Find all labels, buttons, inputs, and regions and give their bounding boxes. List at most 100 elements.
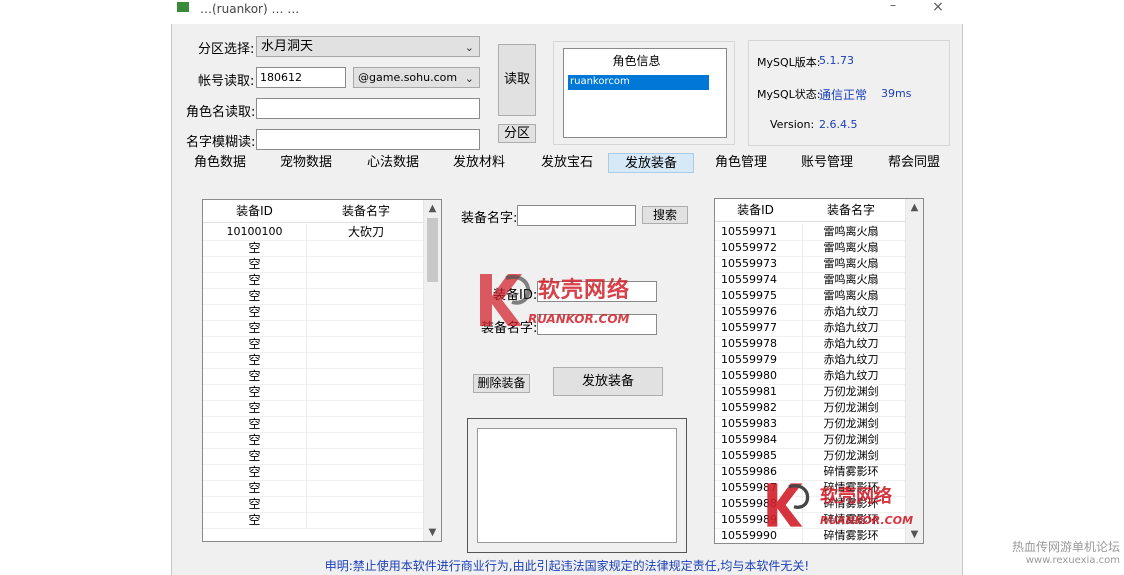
cell-equip-name xyxy=(306,256,427,273)
cell-equip-name xyxy=(306,368,427,385)
close-icon[interactable]: × xyxy=(928,0,948,14)
list-row[interactable]: 空 xyxy=(203,256,427,273)
list-row[interactable]: 空 xyxy=(203,464,427,481)
tab-item[interactable]: 发放宝石 xyxy=(537,153,597,173)
tab-item[interactable]: 宠物数据 xyxy=(276,153,336,173)
cell-equip-name: 碎情雾影环 xyxy=(796,528,907,543)
cell-equip-id: 空 xyxy=(203,480,307,497)
cell-equip-name: 赤焰九纹刀 xyxy=(796,352,907,369)
cell-equip-id: 10559986 xyxy=(715,464,803,481)
zone-label: 分区选择: xyxy=(198,42,255,57)
list-row[interactable]: 空 xyxy=(203,288,427,305)
role-name-input[interactable] xyxy=(256,98,480,119)
list-row[interactable]: 10559986 碎情雾影环 xyxy=(715,464,907,481)
zone-button[interactable]: 分区 xyxy=(498,124,536,143)
list-row[interactable]: 空 xyxy=(203,336,427,353)
vertical-scrollbar[interactable]: ▲ ▼ xyxy=(423,200,441,541)
role-info-item[interactable]: ruankorcom xyxy=(568,75,709,90)
list-row[interactable]: 空 xyxy=(203,240,427,257)
tab-item[interactable]: 角色数据 xyxy=(190,153,250,173)
delete-equipment-button[interactable]: 删除装备 xyxy=(473,374,530,393)
tab-item[interactable]: 发放材料 xyxy=(449,153,509,173)
cell-equip-name: 万仞龙渊剑 xyxy=(796,448,907,465)
minimize-icon[interactable]: – xyxy=(883,0,903,14)
fuzzy-name-input[interactable] xyxy=(256,129,480,150)
list-row[interactable]: 空 xyxy=(203,320,427,337)
zone-select[interactable]: 水月洞天 ⌄ xyxy=(256,36,480,57)
chevron-down-icon: ⌄ xyxy=(464,72,474,85)
list-row[interactable]: 10559976 赤焰九纹刀 xyxy=(715,304,907,321)
search-name-label: 装备名字: xyxy=(461,211,518,226)
cell-equip-name: 雷鸣离火扇 xyxy=(796,240,907,257)
cell-equip-id: 空 xyxy=(203,464,307,481)
cell-equip-name: 万仞龙渊剑 xyxy=(796,384,907,401)
list-row[interactable]: 空 xyxy=(203,368,427,385)
mysql-status-value: 通信正常 xyxy=(819,88,868,102)
log-textarea[interactable] xyxy=(477,428,677,543)
list-row[interactable]: 空 xyxy=(203,480,427,497)
cell-equip-id: 空 xyxy=(203,416,307,433)
cell-equip-id: 10559985 xyxy=(715,448,803,465)
scroll-up-icon[interactable]: ▲ xyxy=(906,199,923,216)
list-row[interactable]: 10559971 雷鸣离火扇 xyxy=(715,224,907,241)
chevron-down-icon: ⌄ xyxy=(464,41,474,54)
list-row[interactable]: 10100100 大砍刀 xyxy=(203,224,427,241)
list-row[interactable]: 10559978 赤焰九纹刀 xyxy=(715,336,907,353)
list-row[interactable]: 10559973 雷鸣离火扇 xyxy=(715,256,907,273)
cell-equip-id: 10559976 xyxy=(715,304,803,321)
site-watermark-url: www.rexuexia.com xyxy=(1025,555,1120,566)
list-row[interactable]: 10559977 赤焰九纹刀 xyxy=(715,320,907,337)
app-version-label: Version: xyxy=(770,118,815,131)
scroll-down-icon[interactable]: ▼ xyxy=(424,524,441,541)
list-row[interactable]: 空 xyxy=(203,512,427,529)
list-row[interactable]: 空 xyxy=(203,352,427,369)
list-row[interactable]: 10559990 碎情雾影环 xyxy=(715,528,907,543)
cell-equip-name xyxy=(306,432,427,449)
list-row[interactable]: 空 xyxy=(203,496,427,513)
list-row[interactable]: 空 xyxy=(203,272,427,289)
cell-equip-name: 万仞龙渊剑 xyxy=(796,400,907,417)
list-row[interactable]: 空 xyxy=(203,432,427,449)
list-row[interactable]: 10559982 万仞龙渊剑 xyxy=(715,400,907,417)
list-row[interactable]: 空 xyxy=(203,400,427,417)
list-row[interactable]: 10559975 雷鸣离火扇 xyxy=(715,288,907,305)
list-row[interactable]: 10559984 万仞龙渊剑 xyxy=(715,432,907,449)
tab-item[interactable]: 心法数据 xyxy=(363,153,423,173)
account-input[interactable]: 180612 xyxy=(256,67,346,88)
list-row[interactable]: 空 xyxy=(203,384,427,401)
list-row[interactable]: 10559985 万仞龙渊剑 xyxy=(715,448,907,465)
issue-equipment-button[interactable]: 发放装备 xyxy=(553,367,663,396)
cell-equip-name: 碎情雾影环 xyxy=(796,464,907,481)
column-header[interactable]: 装备ID xyxy=(715,199,797,222)
list-row[interactable]: 空 xyxy=(203,416,427,433)
tab-item[interactable]: 发放装备 xyxy=(608,153,694,173)
cell-equip-name: 万仞龙渊剑 xyxy=(796,416,907,433)
column-header[interactable]: 装备名字 xyxy=(796,199,907,222)
scroll-up-icon[interactable]: ▲ xyxy=(424,200,441,217)
list-row[interactable]: 空 xyxy=(203,448,427,465)
list-row[interactable]: 10559981 万仞龙渊剑 xyxy=(715,384,907,401)
column-header[interactable]: 装备名字 xyxy=(306,200,427,223)
cell-equip-name: 大砍刀 xyxy=(306,224,427,241)
column-header[interactable]: 装备ID xyxy=(203,200,307,223)
cell-equip-name: 赤焰九纹刀 xyxy=(796,368,907,385)
list-row[interactable]: 10559972 雷鸣离火扇 xyxy=(715,240,907,257)
cell-equip-name xyxy=(306,496,427,513)
tab-item[interactable]: 帮会同盟 xyxy=(884,153,944,173)
list-row[interactable]: 空 xyxy=(203,304,427,321)
tab-item[interactable]: 角色管理 xyxy=(711,153,771,173)
scroll-thumb[interactable] xyxy=(427,218,438,282)
list-row[interactable]: 10559983 万仞龙渊剑 xyxy=(715,416,907,433)
tab-item[interactable]: 账号管理 xyxy=(797,153,857,173)
list-row[interactable]: 10559974 雷鸣离火扇 xyxy=(715,272,907,289)
search-name-input[interactable] xyxy=(517,205,636,226)
read-button[interactable]: 读取 xyxy=(498,44,536,116)
search-button[interactable]: 搜索 xyxy=(642,206,688,224)
role-info-list[interactable]: 角色信息 ruankorcom xyxy=(563,48,727,138)
cell-equip-name xyxy=(306,480,427,497)
owned-equipment-list[interactable]: 装备ID 装备名字 10100100 大砍刀空空空空空空空空空空空空空空空空空空 ▲ ▼ xyxy=(202,199,442,542)
domain-select[interactable]: @game.sohu.com ⌄ xyxy=(353,67,480,88)
cell-equip-id: 10559983 xyxy=(715,416,803,433)
list-row[interactable]: 10559980 赤焰九纹刀 xyxy=(715,368,907,385)
list-row[interactable]: 10559979 赤焰九纹刀 xyxy=(715,352,907,369)
